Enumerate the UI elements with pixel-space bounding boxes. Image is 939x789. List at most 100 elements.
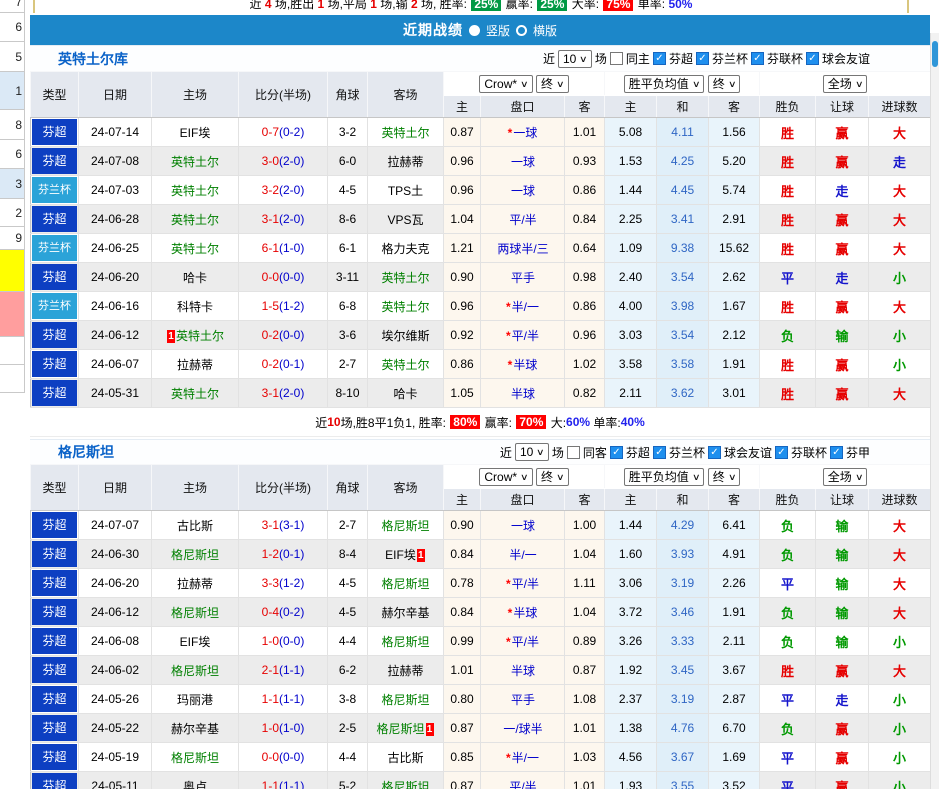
home-team-name: 科特卡 xyxy=(176,299,213,314)
subcol-avg-draw: 和 xyxy=(656,488,710,511)
league-checkbox[interactable]: ✓ xyxy=(695,52,709,65)
odds-away-cell: 1.04 xyxy=(564,597,606,627)
fulltime-score: 1-1 xyxy=(261,692,279,706)
col-header-date: 日期 xyxy=(78,464,152,511)
score-cell: 3-1(3-1) xyxy=(238,510,328,540)
result-handicap-cell: 走 xyxy=(815,262,870,292)
games-label: 场 xyxy=(594,52,607,66)
avg-away-cell: 3.67 xyxy=(708,655,761,685)
result-goals-cell: 走 xyxy=(868,146,932,176)
date-cell: 24-07-08 xyxy=(78,146,152,176)
league-checkbox[interactable]: ✓ xyxy=(707,445,721,459)
league-checkbox-label: 芬兰杯 xyxy=(711,52,748,66)
result-wdl-cell: 负 xyxy=(759,626,817,656)
match-row: 芬超 24-06-30 格尼斯坦 1-2(0-1) 8-4 EIF埃 1 0.84… xyxy=(30,539,932,569)
home-team-name: 玛丽港 xyxy=(176,692,213,707)
league-type-cell: 芬超 xyxy=(30,597,79,627)
league-checkbox[interactable]: ✓ xyxy=(652,52,666,65)
date-cell: 24-06-28 xyxy=(78,204,152,234)
home-team-cell: 科特卡 xyxy=(151,291,239,321)
odds-time-select[interactable]: 终 ∨ xyxy=(536,74,569,93)
league-checkbox[interactable]: ✓ xyxy=(652,445,666,459)
fulltime-score: 6-1 xyxy=(261,241,279,255)
chevron-down-icon: ∨ xyxy=(520,471,529,482)
league-checkbox[interactable]: ✓ xyxy=(750,52,764,65)
league-type-cell: 芬超 xyxy=(30,713,79,743)
result-wdl-cell: 平 xyxy=(759,771,817,789)
vertical-layout-radio[interactable] xyxy=(468,24,480,36)
away-team-name: 英特土尔 xyxy=(381,299,430,314)
avg-away-cell: 2.26 xyxy=(708,568,761,598)
horizontal-layout-label[interactable]: 横版 xyxy=(533,22,557,39)
stat-text: 场,胜8平1负1, 胜率: xyxy=(340,415,450,430)
avg-type-value: 胜平负均值 xyxy=(628,469,689,484)
handicap-text: 平手 xyxy=(510,692,535,707)
odds-home-cell: 1.21 xyxy=(443,233,481,263)
home-team-name: 英特土尔 xyxy=(170,183,219,198)
league-checkbox-label: 芬联杯 xyxy=(766,52,803,66)
col-header-score: 比分(半场) xyxy=(238,464,328,511)
corner-cell: 8-4 xyxy=(327,539,368,569)
horizontal-layout-radio[interactable] xyxy=(516,24,527,36)
match-row: 芬超 24-07-07 古比斯 3-1(3-1) 2-7 格尼斯坦 0.90 一… xyxy=(30,510,932,540)
stat-text: 场,输 xyxy=(376,0,411,11)
same-venue-checkbox[interactable] xyxy=(566,445,580,459)
vertical-scrollbar[interactable] xyxy=(930,33,939,789)
avg-type-select[interactable]: 胜平负均值 ∨ xyxy=(623,74,705,93)
same-venue-label: 同主 xyxy=(625,52,650,66)
odds-time-select[interactable]: 终 ∨ xyxy=(536,467,569,486)
halftime-score: (2-0) xyxy=(279,212,305,226)
league-checkbox[interactable]: ✓ xyxy=(805,52,819,65)
avg-home-cell: 1.53 xyxy=(604,146,658,176)
scrollbar-thumb[interactable] xyxy=(932,41,938,67)
handicap-text: 平/半 xyxy=(509,212,537,227)
halftime-score: (0-0) xyxy=(279,328,305,342)
avg-time-select[interactable]: 终 ∨ xyxy=(707,74,741,93)
league-checkbox[interactable]: ✓ xyxy=(774,445,788,459)
odds-time-value: 终 xyxy=(541,76,554,91)
matches-count-select[interactable]: 10 ∨ xyxy=(557,49,592,68)
match-row: 芬超 24-05-22 赫尔辛基 1-0(1-0) 2-5 格尼斯坦 1 0.87… xyxy=(30,713,932,743)
clipped-cell: 9 xyxy=(0,227,25,250)
corner-cell: 3-2 xyxy=(327,117,368,147)
home-team-name: 赫尔辛基 xyxy=(170,721,219,736)
avg-draw-cell: 9.38 xyxy=(656,233,710,263)
vertical-layout-label[interactable]: 竖版 xyxy=(486,22,510,39)
odds-company-select[interactable]: Crow* ∨ xyxy=(479,467,533,486)
away-team-name: 英特土尔 xyxy=(381,125,430,140)
home-team-cell: 玛丽港 xyxy=(151,684,239,714)
scope-select[interactable]: 全场 ∨ xyxy=(822,74,868,93)
col-header-score: 比分(半场) xyxy=(238,71,328,118)
odds-company-select[interactable]: Crow* ∨ xyxy=(479,74,533,93)
handicap-cell: *一球 xyxy=(480,117,565,147)
result-wdl-cell: 负 xyxy=(759,320,817,350)
away-team-name: 格尼斯坦 xyxy=(381,518,430,533)
home-team-cell: 格尼斯坦 xyxy=(151,742,239,772)
halftime-score: (0-0) xyxy=(279,270,305,284)
avg-time-select[interactable]: 终 ∨ xyxy=(707,467,741,486)
odds-away-cell: 0.96 xyxy=(564,320,606,350)
result-goals-cell: 大 xyxy=(868,378,932,408)
matches-count-select[interactable]: 10 ∨ xyxy=(514,443,549,461)
scope-select[interactable]: 全场 ∨ xyxy=(822,467,868,486)
recent-matches-table: 类型 日期 主场 比分(半场) 角球 客场 Crow* ∨ 终 ∨ 胜平负均值 ∨ 终… xyxy=(30,71,932,408)
odds-away-cell: 0.89 xyxy=(564,626,606,656)
away-team-cell: 古比斯 xyxy=(367,742,444,772)
avg-away-cell: 6.41 xyxy=(708,510,761,540)
away-team-cell: 埃尔维斯 xyxy=(367,320,444,350)
odds-away-cell: 1.02 xyxy=(564,349,606,379)
col-header-corner: 角球 xyxy=(327,464,368,511)
league-checkbox[interactable]: ✓ xyxy=(829,445,843,459)
league-checkbox[interactable]: ✓ xyxy=(609,445,623,459)
handicap-text: 平/半 xyxy=(511,328,539,343)
same-venue-checkbox[interactable] xyxy=(609,52,623,65)
avg-type-select[interactable]: 胜平负均值 ∨ xyxy=(623,467,705,486)
subcol-avg-away: 客 xyxy=(708,95,761,118)
odds-home-cell: 0.96 xyxy=(443,175,481,205)
avg-away-cell: 2.11 xyxy=(708,626,761,656)
away-team-name: 英特土尔 xyxy=(381,270,430,285)
corner-cell: 3-6 xyxy=(327,320,368,350)
avg-home-cell: 1.92 xyxy=(604,655,658,685)
match-row: 芬超 24-06-20 哈卡 0-0(0-0) 3-11 英特土尔 0.90 平… xyxy=(30,262,932,292)
subcol-result-goals: 进球数 xyxy=(868,95,932,118)
